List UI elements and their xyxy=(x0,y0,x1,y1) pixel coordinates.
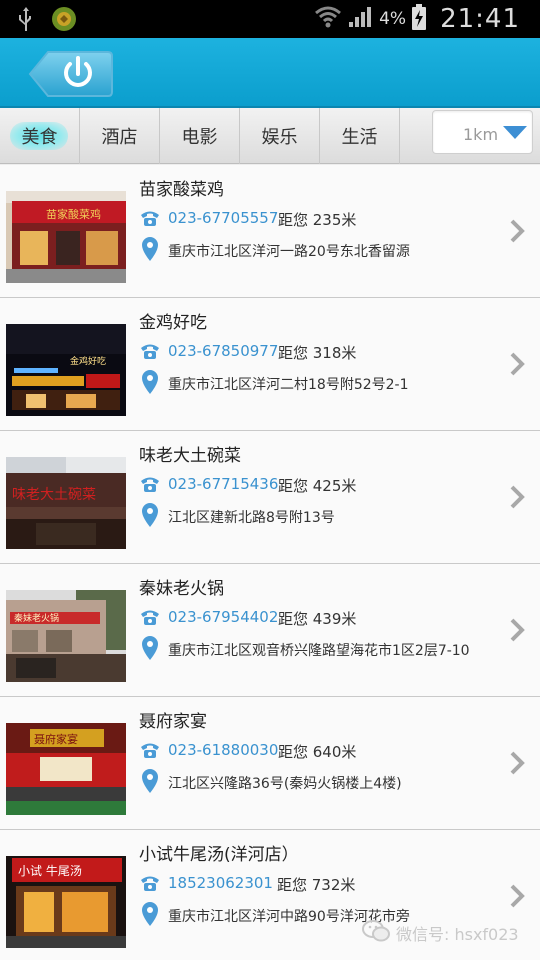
list-item[interactable]: 苗家酸菜鸡 苗家酸菜鸡 023-67705557 距您 235米 重庆市江北区洋… xyxy=(0,165,540,298)
restaurant-name: 秦妹老火锅 xyxy=(139,579,224,599)
restaurant-photo: 秦妹老火锅 xyxy=(6,590,126,682)
restaurant-name: 小试牛尾汤(洋河店） xyxy=(139,845,299,865)
tab-life[interactable]: 生活 xyxy=(320,108,400,164)
svg-text:味老大土碗菜: 味老大土碗菜 xyxy=(12,487,96,503)
distance-text: 距您 318米 xyxy=(278,344,357,362)
phone-icon[interactable] xyxy=(139,608,161,630)
phone-icon[interactable] xyxy=(139,741,161,763)
phone-icon[interactable] xyxy=(139,209,161,231)
address-text: 重庆市江北区观音桥兴隆路望海花市1区2层7-10 xyxy=(168,643,470,659)
svg-text:苗家酸菜鸡: 苗家酸菜鸡 xyxy=(46,207,101,221)
distance-text: 距您 439米 xyxy=(278,610,357,628)
distance-text: 距您 425米 xyxy=(278,477,357,495)
wechat-watermark: 微信号: hsxf023 xyxy=(362,920,519,946)
phone-number[interactable]: 18523062301 xyxy=(168,874,273,892)
distance-value: 1km xyxy=(463,125,499,144)
restaurant-photo: 小试 牛尾汤 xyxy=(6,856,126,948)
phone-number[interactable]: 023-67954402 xyxy=(168,608,278,626)
address-text: 江北区兴隆路36号(秦妈火锅楼上4楼) xyxy=(168,776,402,792)
phone-number[interactable]: 023-61880030 xyxy=(168,741,278,759)
tab-label: 电影 xyxy=(181,127,218,148)
phone-number[interactable]: 023-67850977 xyxy=(168,342,278,360)
list-item[interactable]: 味老大土碗菜 味老大土碗菜 023-67715436 距您 425米 江北区建新… xyxy=(0,431,540,564)
app-notification-icon xyxy=(50,5,78,37)
chevron-right-icon[interactable] xyxy=(509,751,525,779)
restaurant-name: 苗家酸菜鸡 xyxy=(139,180,224,200)
tab-hotel[interactable]: 酒店 xyxy=(80,108,160,164)
svg-text:聂府家宴: 聂府家宴 xyxy=(34,732,78,746)
phone-number[interactable]: 023-67715436 xyxy=(168,475,278,493)
location-pin-icon xyxy=(142,636,158,664)
watermark-text: 微信号: hsxf023 xyxy=(396,925,519,944)
address-text: 江北区建新北路8号附13号 xyxy=(168,510,335,526)
restaurant-photo: 味老大土碗菜 xyxy=(6,457,126,549)
phone-icon[interactable] xyxy=(139,342,161,364)
wechat-icon xyxy=(362,920,390,946)
distance-text: 距您 640米 xyxy=(278,743,357,761)
list-item[interactable]: 金鸡好吃 金鸡好吃 023-67850977 距您 318米 重庆市江北区洋河二… xyxy=(0,298,540,431)
tab-label: 生活 xyxy=(341,127,378,148)
restaurant-list: 苗家酸菜鸡 苗家酸菜鸡 023-67705557 距您 235米 重庆市江北区洋… xyxy=(0,165,540,960)
tab-food[interactable]: 美食 xyxy=(0,108,80,164)
chevron-right-icon[interactable] xyxy=(509,485,525,513)
distance-dropdown[interactable]: 1km xyxy=(432,110,533,154)
chevron-right-icon[interactable] xyxy=(509,352,525,380)
chevron-right-icon[interactable] xyxy=(509,884,525,912)
signal-icon xyxy=(347,5,373,33)
phone-icon[interactable] xyxy=(139,475,161,497)
address-text: 重庆市江北区洋河二村18号附52号2-1 xyxy=(168,377,409,393)
svg-text:金鸡好吃: 金鸡好吃 xyxy=(70,355,106,367)
address-text: 重庆市江北区洋河一路20号东北香留源 xyxy=(168,244,410,260)
distance-text: 距您 732米 xyxy=(277,876,356,894)
svg-text:小试 牛尾汤: 小试 牛尾汤 xyxy=(18,863,82,878)
tab-movie[interactable]: 电影 xyxy=(160,108,240,164)
restaurant-photo: 苗家酸菜鸡 xyxy=(6,191,126,283)
phone-number[interactable]: 023-67705557 xyxy=(168,209,278,227)
restaurant-photo: 聂府家宴 xyxy=(6,723,126,815)
restaurant-name: 味老大土碗菜 xyxy=(139,446,241,466)
svg-text:秦妹老火锅: 秦妹老火锅 xyxy=(14,612,59,624)
back-button[interactable] xyxy=(28,50,114,98)
tab-entertainment[interactable]: 娱乐 xyxy=(240,108,320,164)
battery-charging-icon xyxy=(412,4,427,34)
tab-label: 美食 xyxy=(21,127,58,148)
list-item[interactable]: 秦妹老火锅 秦妹老火锅 023-67954402 距您 439米 重庆市江北区观… xyxy=(0,564,540,697)
restaurant-name: 金鸡好吃 xyxy=(139,313,207,333)
list-item[interactable]: 聂府家宴 聂府家宴 023-61880030 距您 640米 江北区兴隆路36号… xyxy=(0,697,540,830)
clock: 21:41 xyxy=(440,4,520,34)
location-pin-icon xyxy=(142,503,158,531)
tab-label: 酒店 xyxy=(101,127,138,148)
chevron-right-icon[interactable] xyxy=(509,219,525,247)
battery-percent: 4% xyxy=(379,9,407,29)
location-pin-icon xyxy=(142,902,158,930)
phone-icon[interactable] xyxy=(139,874,161,896)
tab-label: 娱乐 xyxy=(261,127,298,148)
distance-text: 距您 235米 xyxy=(278,211,357,229)
usb-icon xyxy=(18,6,34,36)
chevron-right-icon[interactable] xyxy=(509,618,525,646)
location-pin-icon xyxy=(142,237,158,265)
dropdown-arrow-icon xyxy=(503,125,527,144)
wifi-icon xyxy=(315,5,342,33)
restaurant-photo: 金鸡好吃 xyxy=(6,324,126,416)
location-pin-icon xyxy=(142,769,158,797)
status-bar: 4% 21:41 xyxy=(0,0,540,38)
app-header xyxy=(0,38,540,108)
location-pin-icon xyxy=(142,370,158,398)
restaurant-name: 聂府家宴 xyxy=(139,712,207,732)
